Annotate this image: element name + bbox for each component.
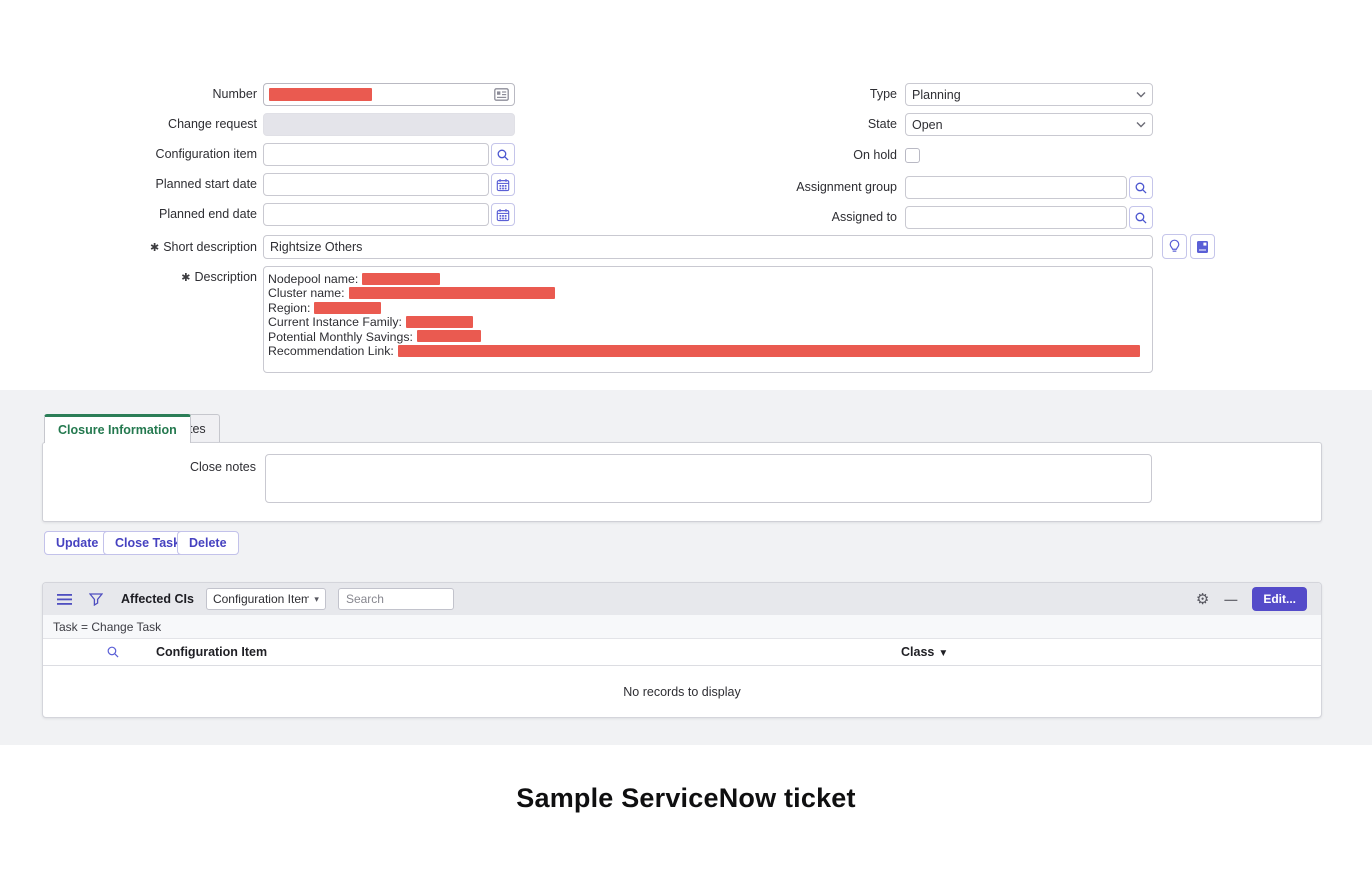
list-menu-icon[interactable]: [57, 594, 72, 605]
description-line: Nodepool name:: [268, 272, 1148, 286]
caret-down-icon: ▾: [314, 594, 319, 605]
assignment-group-label: Assignment group: [690, 176, 897, 199]
delete-button[interactable]: Delete: [177, 531, 239, 555]
configuration-item-label: Configuration item: [60, 143, 257, 166]
configuration-item-input[interactable]: [263, 143, 489, 166]
chevron-down-icon: [1136, 121, 1146, 128]
number-label: Number: [60, 83, 257, 106]
redaction-bar: [349, 287, 555, 299]
column-search-icon[interactable]: [106, 645, 120, 659]
redaction-bar: [417, 330, 481, 342]
type-label: Type: [690, 83, 897, 106]
redaction-bar: [314, 302, 381, 314]
description-line: Cluster name:: [268, 286, 1148, 300]
number-redaction: [269, 88, 372, 101]
edit-button[interactable]: Edit...: [1252, 587, 1307, 611]
search-icon: [1134, 211, 1148, 225]
sort-caret-icon: ▼: [938, 648, 948, 659]
assignment-group-lookup-button[interactable]: [1129, 176, 1153, 199]
state-label: State: [690, 113, 897, 136]
update-button[interactable]: Update: [44, 531, 110, 555]
redaction-bar: [362, 273, 440, 285]
planned-start-date-label: Planned start date: [60, 173, 257, 196]
planned-end-date-label: Planned end date: [60, 203, 257, 226]
affected-cis-title: Affected CIs: [121, 592, 194, 606]
short-description-label: ✱Short description: [60, 236, 257, 260]
mandatory-marker: ✱: [150, 242, 159, 254]
configuration-item-lookup-button[interactable]: [491, 143, 515, 166]
calendar-icon: [496, 178, 510, 192]
description-label: ✱Description: [60, 266, 257, 290]
on-hold-label: On hold: [690, 143, 897, 168]
redaction-bar: [398, 345, 1140, 357]
close-notes-label: Close notes: [60, 456, 256, 479]
search-column-select[interactable]: Configuration Item ( ▾: [206, 588, 326, 610]
description-textarea[interactable]: Nodepool name: Cluster name: Region: Cur…: [263, 266, 1153, 373]
assigned-to-lookup-button[interactable]: [1129, 206, 1153, 229]
book-icon: [1196, 240, 1209, 254]
redaction-bar: [406, 316, 473, 328]
knowledge-search-button[interactable]: [1190, 234, 1215, 259]
assigned-to-input[interactable]: [905, 206, 1127, 229]
change-request-field: [263, 113, 515, 136]
search-icon: [496, 148, 510, 162]
servicenow-ticket-screenshot: Number Change request Configuration item…: [0, 0, 1372, 890]
change-request-label: Change request: [60, 113, 257, 136]
search-icon: [1134, 181, 1148, 195]
short-description-input[interactable]: [263, 235, 1153, 259]
description-line: Current Instance Family:: [268, 315, 1148, 329]
assignment-group-input[interactable]: [905, 176, 1127, 199]
list-condition-breadcrumb[interactable]: Task = Change Task: [43, 615, 1321, 639]
planned-end-date-calendar-button[interactable]: [491, 203, 515, 226]
close-notes-textarea[interactable]: [265, 454, 1152, 503]
on-hold-checkbox[interactable]: [905, 148, 920, 163]
column-header-class[interactable]: Class▼: [901, 639, 948, 667]
description-line: Recommendation Link:: [268, 344, 1148, 358]
description-line: Region:: [268, 301, 1148, 315]
image-caption: Sample ServiceNow ticket: [0, 783, 1372, 814]
affected-cis-card: Affected CIs Configuration Item ( ▾ ⚙ — …: [42, 582, 1322, 718]
chevron-down-icon: [1136, 91, 1146, 98]
affected-cis-toolbar: Affected CIs Configuration Item ( ▾ ⚙ — …: [43, 583, 1321, 615]
list-search-input[interactable]: [338, 588, 454, 610]
description-line: Potential Monthly Savings:: [268, 330, 1148, 344]
empty-list-message: No records to display: [43, 666, 1321, 717]
tab-closure-information[interactable]: Closure Information: [44, 414, 191, 443]
mandatory-marker: ✱: [181, 272, 190, 284]
planned-start-date-input[interactable]: [263, 173, 489, 196]
state-select[interactable]: Open: [905, 113, 1153, 136]
planned-start-date-calendar-button[interactable]: [491, 173, 515, 196]
planned-end-date-input[interactable]: [263, 203, 489, 226]
calendar-icon: [496, 208, 510, 222]
number-field[interactable]: [263, 83, 515, 106]
lightbulb-icon: [1168, 239, 1181, 254]
collapse-icon[interactable]: —: [1224, 592, 1237, 607]
suggestion-button[interactable]: [1162, 234, 1187, 259]
type-select[interactable]: Planning: [905, 83, 1153, 106]
list-header-row: Configuration Item Class▼: [43, 639, 1321, 666]
reference-preview-icon[interactable]: [494, 88, 509, 101]
gear-icon[interactable]: ⚙: [1196, 592, 1209, 607]
column-header-configuration-item[interactable]: Configuration Item: [156, 639, 267, 666]
assigned-to-label: Assigned to: [690, 206, 897, 229]
filter-icon[interactable]: [89, 593, 103, 606]
